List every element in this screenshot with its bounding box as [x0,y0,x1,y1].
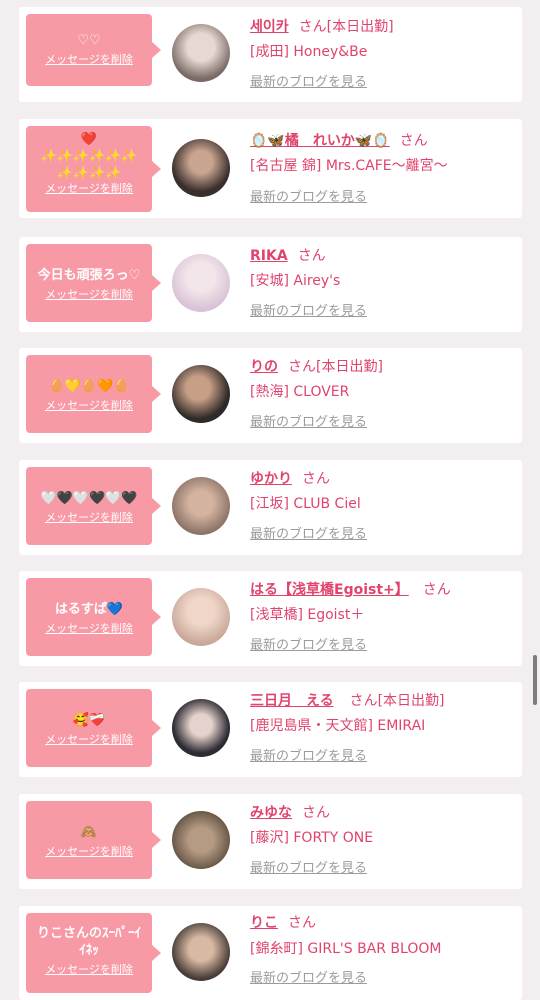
list-item: はるすぱ💙 メッセージを削除 はる【浅草橋Egoist+】 さん [浅草橋] Eg… [19,571,522,666]
delete-message-link[interactable]: メッセージを削除 [26,511,152,525]
message-bubble: 🥰❤️‍🩹 メッセージを削除 [26,689,161,767]
honorific: さん [288,915,316,931]
message-text: はるすぱ💙 [54,602,124,617]
cast-name-link[interactable]: 🪞🦋橘 れいか🦋🪞 [250,133,390,149]
delete-message-link[interactable]: メッセージを削除 [26,845,152,859]
delete-message-link[interactable]: メッセージを削除 [26,399,152,413]
list-item: 🙈 メッセージを削除 みゆな さん [藤沢] FORTY ONE 最新のブログを見… [19,794,522,889]
honorific: さん [399,133,428,149]
list-item: 今日も頑張ろっ♡ メッセージを削除 RIKA さん [安城] Airey's 最新… [19,237,522,332]
delete-message-link[interactable]: メッセージを削除 [26,288,152,302]
message-text: ❤️ ✨✨✨✨✨✨ ✨✨✨✨ [40,132,138,181]
cast-name-link[interactable]: 三日月 える [250,693,334,709]
avatar[interactable] [172,365,230,423]
delete-message-link[interactable]: メッセージを削除 [26,963,152,977]
message-text: ♡♡ [77,33,101,48]
message-bubble: はるすぱ💙 メッセージを削除 [26,578,161,656]
list-item: ❤️ ✨✨✨✨✨✨ ✨✨✨✨ メッセージを削除 🪞🦋橘 れいか🦋🪞 さん [名古屋… [19,119,522,218]
shop-label: [江坂] CLUB Ciel [250,496,361,512]
shop-label: [安城] Airey's [250,273,341,289]
list-item: 🤍🖤🤍🖤🤍🖤 メッセージを削除 ゆかり さん [江坂] CLUB Ciel 最新の… [19,460,522,555]
message-text: 🤍🖤🤍🖤🤍🖤 [40,491,138,506]
status-badge: [本日出勤] [316,359,383,375]
avatar[interactable] [172,699,230,757]
cast-name-link[interactable]: RIKA [250,248,288,264]
honorific: さん [349,693,378,709]
cast-name-link[interactable]: はる【浅草橋Egoist+】 [250,582,409,598]
status-badge: [本日出勤] [326,19,394,35]
list-item: ♡♡ メッセージを削除 세이카 さん[本日出勤] [成田] Honey&Be 最新… [19,7,522,102]
list-item: 🥰❤️‍🩹 メッセージを削除 三日月 える さん[本日出勤] [鹿児島県・天文館]… [19,682,522,777]
list-item: りこさんのｽｰﾊﾟｰｲ ｲﾈｯ メッセージを削除 りこ さん [錦糸町] GIRL… [19,906,522,1000]
list-item: 🥚💛🥚🧡🥚 メッセージを削除 りの さん[本日出勤] [熱海] CLOVER 最新… [19,348,522,443]
name-line: みゆな さん [250,804,330,822]
avatar[interactable] [172,923,230,981]
avatar[interactable] [172,477,230,535]
message-text: 🥚💛🥚🧡🥚 [48,379,130,394]
delete-message-link[interactable]: メッセージを削除 [26,622,152,636]
latest-blog-link[interactable]: 最新のブログを見る [250,414,367,431]
cast-name-link[interactable]: りこ [250,915,278,931]
latest-blog-link[interactable]: 最新のブログを見る [250,970,367,987]
cast-name-link[interactable]: 세이카 [250,19,289,35]
honorific: さん [297,248,326,264]
name-line: RIKA さん [250,247,326,265]
honorific: さん [422,582,451,598]
status-badge: [本日出勤] [377,693,445,709]
avatar[interactable] [172,811,230,869]
shop-label: [浅草橋] Egoist＋ [250,607,365,623]
message-bubble: りこさんのｽｰﾊﾟｰｲ ｲﾈｯ メッセージを削除 [26,913,161,993]
avatar[interactable] [172,588,230,646]
message-bubble: 🥚💛🥚🧡🥚 メッセージを削除 [26,355,161,433]
message-text: 🙈 [80,825,98,840]
shop-label: [成田] Honey&Be [250,44,368,60]
message-text: 今日も頑張ろっ♡ [37,268,141,283]
latest-blog-link[interactable]: 最新のブログを見る [250,637,367,654]
latest-blog-link[interactable]: 最新のブログを見る [250,748,367,765]
name-line: りこ さん [250,914,316,932]
name-line: 세이카 さん[本日出勤] [250,18,394,36]
avatar[interactable] [172,139,230,197]
latest-blog-link[interactable]: 最新のブログを見る [250,303,367,320]
honorific: さん [302,471,330,487]
delete-message-link[interactable]: メッセージを削除 [26,53,152,67]
shop-label: [熱海] CLOVER [250,384,350,400]
shop-label: [錦糸町] GIRL'S BAR BLOOM [250,941,442,957]
latest-blog-link[interactable]: 最新のブログを見る [250,74,367,91]
shop-label: [藤沢] FORTY ONE [250,830,374,846]
delete-message-link[interactable]: メッセージを削除 [26,182,152,196]
vertical-scrollbar[interactable] [533,655,537,705]
delete-message-link[interactable]: メッセージを削除 [26,733,152,747]
message-bubble: 🤍🖤🤍🖤🤍🖤 メッセージを削除 [26,467,161,545]
avatar[interactable] [172,254,230,312]
cast-name-link[interactable]: りの [250,359,278,375]
name-line: はる【浅草橋Egoist+】 さん [250,581,451,599]
shop-label: [名古屋 錦] Mrs.CAFE〜離宮〜 [250,158,448,174]
message-bubble: 🙈 メッセージを削除 [26,801,161,879]
honorific: さん [298,19,327,35]
message-text: 🥰❤️‍🩹 [72,713,106,728]
honorific: さん [288,359,316,375]
latest-blog-link[interactable]: 最新のブログを見る [250,526,367,543]
message-bubble: ♡♡ メッセージを削除 [26,14,161,86]
avatar[interactable] [172,24,230,82]
message-text: りこさんのｽｰﾊﾟｰｲ ｲﾈｯ [36,926,141,958]
honorific: さん [302,805,330,821]
message-bubble: 今日も頑張ろっ♡ メッセージを削除 [26,244,161,322]
latest-blog-link[interactable]: 最新のブログを見る [250,860,367,877]
name-line: 三日月 える さん[本日出勤] [250,692,445,710]
cast-name-link[interactable]: ゆかり [250,471,292,487]
shop-label: [鹿児島県・天文館] EMIRAI [250,718,426,734]
latest-blog-link[interactable]: 最新のブログを見る [250,189,367,206]
name-line: 🪞🦋橘 れいか🦋🪞 さん [250,132,428,150]
name-line: りの さん[本日出勤] [250,358,383,376]
cast-name-link[interactable]: みゆな [250,805,292,821]
message-bubble: ❤️ ✨✨✨✨✨✨ ✨✨✨✨ メッセージを削除 [26,126,161,212]
name-line: ゆかり さん [250,470,330,488]
